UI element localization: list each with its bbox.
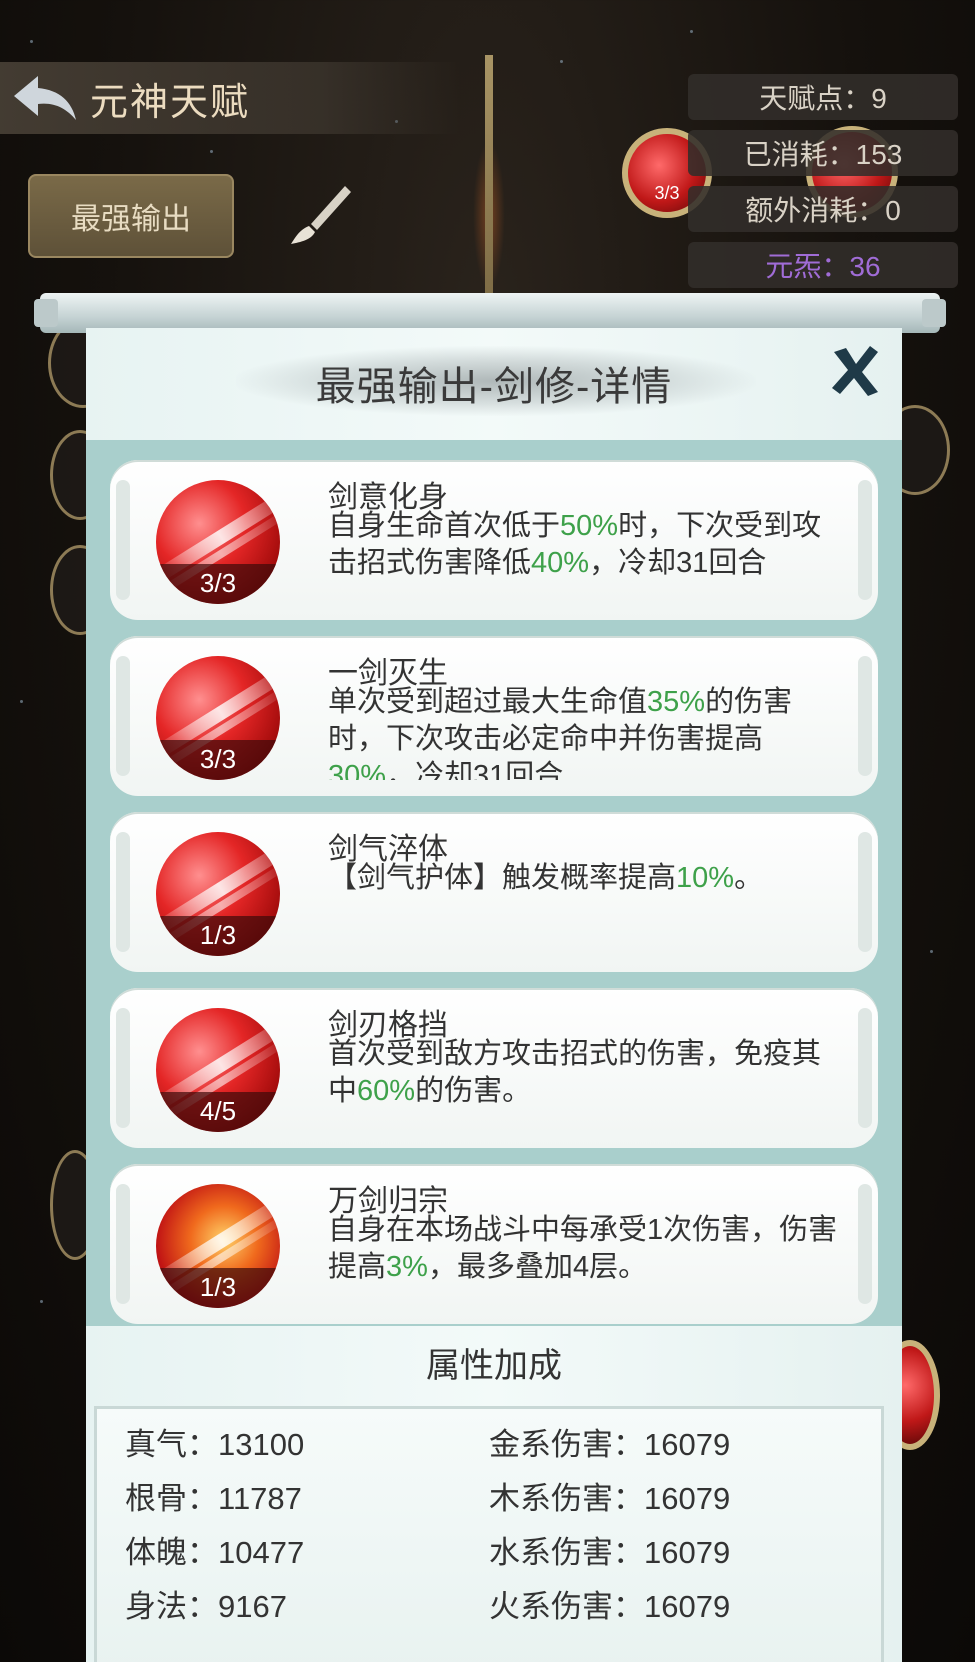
top-bar: 元神天赋 <box>0 62 460 134</box>
modal-title: 最强输出-剑修-详情 <box>315 365 673 409</box>
talent-card[interactable]: 1/3 剑气淬体 【剑气护体】触发概率提高10%。 <box>110 812 878 972</box>
highlight-value: 30% <box>328 760 387 780</box>
yuanqi-points: 元炁：36 <box>688 242 958 288</box>
desc-text: ，最多叠加4层。 <box>427 1251 648 1283</box>
talent-level: 3/3 <box>156 740 280 780</box>
sword-talent-icon: 1/3 <box>156 1184 280 1308</box>
attr-row: 火系伤害：16079 <box>489 1589 731 1624</box>
talent-level: 3/3 <box>156 564 280 604</box>
build-button[interactable]: 最强输出 <box>28 174 234 258</box>
desc-text: 【剑气护体】触发概率提高 <box>328 862 677 894</box>
desc-text: 。 <box>734 862 764 894</box>
talent-points: 天赋点：9 <box>688 74 958 120</box>
talent-desc: 首次受到敌方攻击招式的伤害，免疫其中60%的伤害。 <box>328 1036 838 1132</box>
attr-row: 木系伤害：16079 <box>489 1481 731 1516</box>
talent-desc: 自身生命首次低于50%时，下次受到攻击招式伤害降低40%，冷却31回合 <box>328 508 838 604</box>
highlight-value: 10% <box>676 862 735 894</box>
attr-row: 水系伤害：16079 <box>489 1535 731 1570</box>
brush-icon[interactable] <box>285 180 355 250</box>
back-button[interactable] <box>0 62 90 134</box>
attr-panel: 真气：13100 根骨：11787 体魄：10477 身法：9167 金系伤害：… <box>94 1406 884 1662</box>
talent-desc: 【剑气护体】触发概率提高10%。 <box>328 860 838 956</box>
talent-level: 1/3 <box>156 916 280 956</box>
sword-talent-icon: 1/3 <box>156 832 280 956</box>
modal-header: 最强输出-剑修-详情 <box>86 328 902 438</box>
desc-text: 的伤害。 <box>415 1075 532 1107</box>
talent-desc: 自身在本场战斗中每承受1次伤害，伤害提高3%，最多叠加4层。 <box>328 1212 838 1308</box>
desc-text: ，冷却31回合 <box>386 760 564 780</box>
page-title: 元神天赋 <box>90 81 251 124</box>
sword-talent-icon: 3/3 <box>156 656 280 780</box>
star <box>690 30 693 33</box>
star <box>20 700 23 703</box>
close-icon[interactable] <box>826 342 884 400</box>
star <box>40 1300 43 1303</box>
attr-row: 真气：13100 <box>125 1427 305 1462</box>
desc-text: ，冷却31回合 <box>589 547 767 579</box>
highlight-value: 60% <box>357 1075 416 1107</box>
desc-text: 自身生命首次低于 <box>328 510 561 542</box>
talent-card[interactable]: 3/3 剑意化身 自身生命首次低于50%时，下次受到攻击招式伤害降低40%，冷却… <box>110 460 878 620</box>
talent-desc: 单次受到超过最大生命值35%的伤害时，下次攻击必定命中并伤害提高30%，冷却31… <box>328 684 838 780</box>
attr-row: 根骨：11787 <box>125 1481 302 1516</box>
talent-card[interactable]: 3/3 一剑灭生 单次受到超过最大生命值35%的伤害时，下次攻击必定命中并伤害提… <box>110 636 878 796</box>
talent-card[interactable]: 1/3 万剑归宗 自身在本场战斗中每承受1次伤害，伤害提高3%，最多叠加4层。 <box>110 1164 878 1324</box>
attr-column-left: 真气：13100 根骨：11787 体魄：10477 身法：9167 <box>125 1419 304 1635</box>
talent-level: 1/3 <box>156 1268 280 1308</box>
sword-talent-icon: 4/5 <box>156 1008 280 1132</box>
attr-section-title: 属性加成 <box>426 1347 562 1385</box>
desc-text: 单次受到超过最大生命值 <box>328 686 648 718</box>
talent-tree-line <box>485 55 493 300</box>
scroll-rod <box>34 293 946 333</box>
star <box>210 150 213 153</box>
star <box>560 60 563 63</box>
highlight-value: 40% <box>531 547 590 579</box>
attr-row: 身法：9167 <box>125 1589 287 1624</box>
highlight-value: 3% <box>386 1251 428 1283</box>
back-arrow-icon <box>14 76 76 120</box>
attr-row: 金系伤害：16079 <box>489 1427 731 1462</box>
attr-column-right: 金系伤害：16079 木系伤害：16079 水系伤害：16079 火系伤害：16… <box>489 1419 730 1635</box>
talent-list: 3/3 剑意化身 自身生命首次低于50%时，下次受到攻击招式伤害降低40%，冷却… <box>86 440 902 1326</box>
consumed-points: 已消耗：153 <box>688 130 958 176</box>
star <box>30 40 33 43</box>
star <box>930 950 933 953</box>
extra-consumed: 额外消耗：0 <box>688 186 958 232</box>
stats-panel: 天赋点：9 已消耗：153 额外消耗：0 元炁：36 <box>688 74 958 298</box>
talent-detail-modal: 最强输出-剑修-详情 3/3 剑意化身 自身生命首次低于50%时，下次受到攻击招… <box>86 328 902 1662</box>
highlight-value: 35% <box>647 686 706 718</box>
highlight-value: 50% <box>560 510 619 542</box>
talent-card[interactable]: 4/5 剑刃格挡 首次受到敌方攻击招式的伤害，免疫其中60%的伤害。 <box>110 988 878 1148</box>
attr-row: 体魄：10477 <box>125 1535 305 1570</box>
talent-level: 4/5 <box>156 1092 280 1132</box>
sword-talent-icon: 3/3 <box>156 480 280 604</box>
